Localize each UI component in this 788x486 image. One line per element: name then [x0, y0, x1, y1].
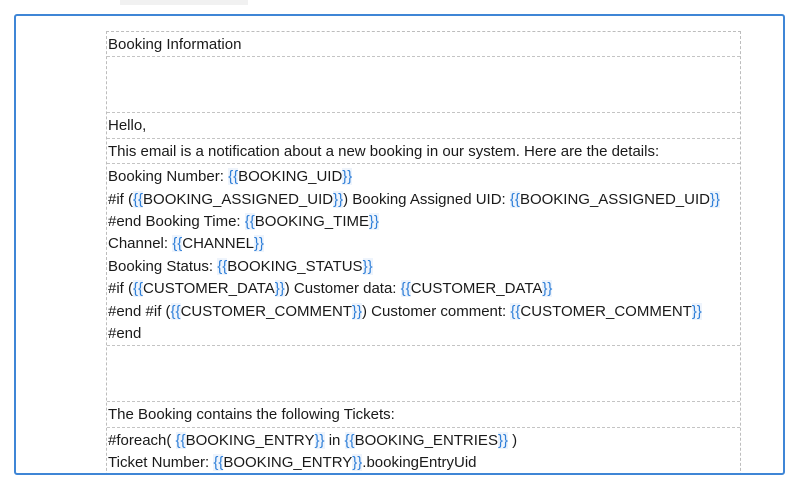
template-text: Booking Status:	[108, 257, 218, 275]
placeholder-variable[interactable]: {{BOOKING_ASSIGNED_UID}}	[133, 190, 344, 208]
placeholder-close-brace: }}	[342, 168, 353, 186]
template-text: Ticket Number:	[108, 454, 214, 472]
placeholder-open-brace: {{	[170, 302, 181, 320]
notice-cell[interactable]: This email is a notification about a new…	[107, 139, 740, 165]
placeholder-open-brace: {{	[133, 280, 144, 298]
placeholder-close-brace: }}	[352, 454, 363, 472]
tickets-heading: The Booking contains the following Ticke…	[108, 406, 395, 424]
template-text: in	[324, 431, 345, 449]
tickets-line: Operation Line: {{BOOKING_ENTRY}}.opLine…	[108, 474, 739, 475]
placeholder-close-brace: }}	[542, 280, 553, 298]
placeholder-name: BOOKING_STATUS	[227, 257, 363, 275]
placeholder-name: BOOKING_ENTRY	[185, 431, 315, 449]
details-line: Channel: {{CHANNEL}}	[108, 233, 739, 255]
placeholder-variable[interactable]: {{BOOKING_STATUS}}	[217, 257, 373, 275]
greeting-text: Hello,	[108, 117, 147, 135]
placeholder-open-brace: {{	[133, 190, 144, 208]
template-text: )	[507, 431, 518, 449]
greeting-cell[interactable]: Hello,	[107, 113, 740, 139]
details-line: #if ({{BOOKING_ASSIGNED_UID}}) Booking A…	[108, 189, 739, 211]
placeholder-open-brace: {{	[228, 168, 239, 186]
details-cell[interactable]: Booking Number: {{BOOKING_UID}} #if ({{BO…	[107, 164, 740, 347]
placeholder-name: BOOKING_TIME	[254, 212, 369, 230]
placeholder-variable[interactable]: {{BOOKING_ENTRY}}	[175, 431, 325, 449]
template-text: #foreach(	[108, 431, 176, 449]
placeholder-close-brace: }}	[691, 302, 702, 320]
placeholder-close-brace: }}	[351, 302, 363, 320]
tickets-cell[interactable]: #foreach( {{BOOKING_ENTRY}} in {{BOOKING…	[107, 428, 740, 475]
placeholder-variable[interactable]: {{BOOKING_ENTRIES}}	[344, 431, 508, 449]
placeholder-name: CHANNEL	[182, 235, 254, 253]
template-text: ) Booking Assigned UID:	[343, 190, 510, 208]
placeholder-name: CUSTOMER_DATA	[143, 280, 275, 298]
placeholder-name: BOOKING_ENTRY	[223, 454, 353, 472]
template-text: #if (	[108, 280, 134, 298]
placeholder-name: BOOKING_UID	[238, 168, 343, 186]
placeholder-variable[interactable]: {{CUSTOMER_COMMENT}}	[510, 302, 702, 320]
template-text: Booking Number:	[108, 168, 229, 186]
placeholder-open-brace: {{	[344, 431, 355, 449]
placeholder-name: BOOKING_ENTRIES	[354, 431, 498, 449]
details-line: #if ({{CUSTOMER_DATA}}) Customer data: {…	[108, 278, 739, 300]
placeholder-open-brace: {{	[509, 190, 520, 208]
details-line: #end Booking Time: {{BOOKING_TIME}}	[108, 211, 739, 233]
template-text: #end Booking Time:	[108, 212, 245, 230]
empty-cell[interactable]	[107, 57, 740, 114]
placeholder-open-brace: {{	[172, 235, 183, 253]
placeholder-open-brace: {{	[244, 212, 255, 230]
placeholder-name: CUSTOMER_COMMENT	[520, 302, 692, 320]
placeholder-close-brace: }}	[333, 190, 344, 208]
tickets-line: #foreach( {{BOOKING_ENTRY}} in {{BOOKING…	[108, 430, 739, 452]
email-template-editor[interactable]: Booking Information Hello, This email is…	[14, 14, 785, 475]
placeholder-close-brace: }}	[274, 280, 285, 298]
template-text: ) Customer data:	[284, 280, 401, 298]
template-text: Channel:	[108, 235, 173, 253]
header-cell[interactable]: Booking Information	[107, 32, 740, 58]
placeholder-name: CUSTOMER_DATA	[410, 280, 543, 298]
details-line: Booking Status: {{BOOKING_STATUS}}	[108, 256, 739, 278]
email-template-table: Booking Information Hello, This email is…	[106, 31, 741, 475]
template-text: #end	[108, 324, 142, 342]
header-text: Booking Information	[108, 36, 242, 53]
placeholder-close-brace: }}	[314, 431, 325, 449]
placeholder-close-brace: }}	[497, 431, 508, 449]
placeholder-close-brace: }}	[710, 190, 721, 208]
top-tab	[120, 0, 248, 5]
placeholder-variable[interactable]: {{BOOKING_UID}}	[228, 168, 353, 186]
placeholder-open-brace: {{	[400, 280, 411, 298]
tickets-line: Ticket Number: {{BOOKING_ENTRY}}.booking…	[108, 452, 739, 473]
template-text: .bookingEntryUid	[362, 454, 477, 472]
template-text: ) Customer comment:	[362, 302, 511, 320]
placeholder-name: CUSTOMER_COMMENT	[180, 302, 352, 320]
details-line: #end	[108, 323, 739, 345]
placeholder-close-brace: }}	[368, 212, 380, 230]
placeholder-close-brace: }}	[362, 257, 373, 275]
empty-cell[interactable]	[107, 346, 740, 403]
template-text: #if (	[108, 190, 134, 208]
placeholder-open-brace: {{	[175, 431, 186, 449]
details-line: #end #if ({{CUSTOMER_COMMENT}}) Customer…	[108, 301, 739, 323]
placeholder-close-brace: }}	[253, 235, 264, 253]
placeholder-name: BOOKING_ASSIGNED_UID	[143, 190, 334, 208]
placeholder-open-brace: {{	[217, 257, 228, 275]
placeholder-open-brace: {{	[213, 454, 224, 472]
placeholder-name: BOOKING_ASSIGNED_UID	[519, 190, 710, 208]
placeholder-variable[interactable]: {{CHANNEL}}	[172, 235, 264, 253]
notice-text: This email is a notification about a new…	[108, 142, 660, 160]
placeholder-variable[interactable]: {{BOOKING_TIME}}	[244, 212, 380, 230]
template-text: #end #if (	[108, 302, 171, 320]
placeholder-variable[interactable]: {{BOOKING_ASSIGNED_UID}}	[509, 190, 721, 208]
placeholder-variable[interactable]: {{CUSTOMER_DATA}}	[400, 280, 553, 298]
placeholder-variable[interactable]: {{CUSTOMER_COMMENT}}	[170, 302, 363, 320]
details-line: Booking Number: {{BOOKING_UID}}	[108, 166, 739, 188]
placeholder-open-brace: {{	[510, 302, 521, 320]
placeholder-variable[interactable]: {{CUSTOMER_DATA}}	[133, 280, 285, 298]
tickets-heading-cell[interactable]: The Booking contains the following Ticke…	[107, 402, 740, 428]
placeholder-variable[interactable]: {{BOOKING_ENTRY}}	[213, 454, 363, 472]
